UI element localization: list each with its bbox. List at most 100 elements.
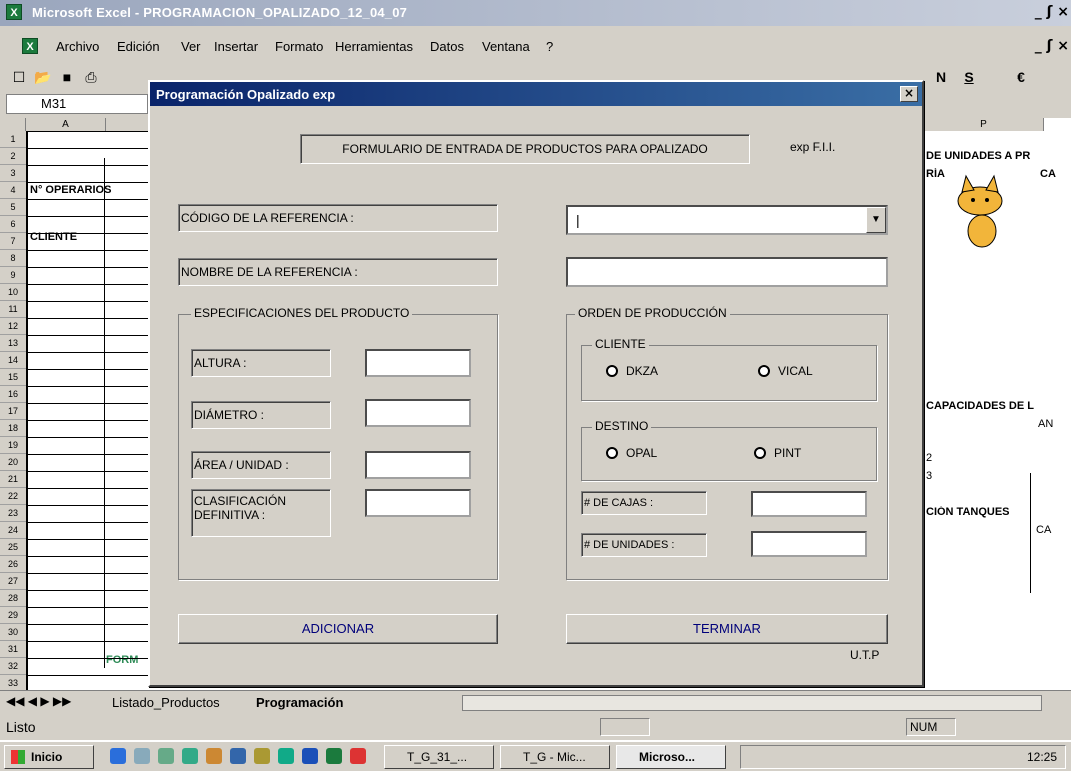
close-button[interactable]: × [1057, 4, 1069, 20]
row-header[interactable]: 21 [0, 471, 26, 488]
row-header[interactable]: 6 [0, 216, 26, 233]
classification-field[interactable] [365, 489, 471, 517]
row-header[interactable]: 17 [0, 403, 26, 420]
row-header[interactable]: 23 [0, 505, 26, 522]
workbook-icon[interactable]: X [22, 38, 38, 54]
row-header[interactable]: 1 [0, 131, 26, 148]
destination-opal-radio[interactable]: OPAL [606, 446, 657, 460]
cell-a30[interactable]: FORM [106, 654, 150, 666]
horizontal-scrollbar[interactable] [462, 695, 1042, 711]
row-header[interactable]: 24 [0, 522, 26, 539]
tab-scroll-buttons[interactable]: ◀◀ ◀ ▶ ▶▶ [6, 694, 71, 708]
menu-help[interactable]: ? [546, 39, 553, 54]
row-header[interactable]: 31 [0, 641, 26, 658]
cell-a4[interactable]: N° OPERARIOS [30, 184, 148, 196]
cell-p16[interactable]: CAPACIDADES DE L [926, 400, 1071, 412]
workbook-minimize-button[interactable]: _ [1035, 38, 1042, 54]
menu-ver[interactable]: Ver [181, 39, 201, 54]
row-header[interactable]: 28 [0, 590, 26, 607]
row-header[interactable]: 12 [0, 318, 26, 335]
task-excel-active[interactable]: Microso... [616, 745, 726, 769]
outlook-quicklaunch-icon[interactable] [230, 748, 246, 764]
add-button[interactable]: ADICIONAR [178, 614, 498, 644]
menu-herramientas[interactable]: Herramientas [335, 39, 413, 54]
row-header[interactable]: 13 [0, 335, 26, 352]
row-header[interactable]: 20 [0, 454, 26, 471]
minimize-button[interactable]: _ [1035, 4, 1042, 20]
row-header[interactable]: 2 [0, 148, 26, 165]
row-header[interactable]: 30 [0, 624, 26, 641]
row-header[interactable]: 3 [0, 165, 26, 182]
row-header[interactable]: 9 [0, 267, 26, 284]
column-header-p[interactable]: P [924, 118, 1044, 131]
tool-quicklaunch-icon[interactable] [254, 748, 270, 764]
menu-archivo[interactable]: Archivo [56, 39, 99, 54]
record-quicklaunch-icon[interactable] [350, 748, 366, 764]
media-quicklaunch-icon[interactable] [182, 748, 198, 764]
app-quicklaunch-icon[interactable] [206, 748, 222, 764]
quicklaunch-icon[interactable] [158, 748, 174, 764]
cell-p20[interactable]: 3 [926, 470, 946, 482]
open-folder-icon[interactable]: 📂 [32, 67, 54, 87]
desktop-quicklaunch-icon[interactable] [134, 748, 150, 764]
start-button[interactable]: Inicio [4, 745, 94, 769]
new-icon[interactable]: ☐ [8, 67, 30, 87]
excel-quicklaunch-icon[interactable] [326, 748, 342, 764]
tab-listado-productos[interactable]: Listado_Productos [112, 695, 220, 710]
currency-button[interactable]: € [1010, 67, 1032, 87]
row-header[interactable]: 4 [0, 182, 26, 199]
cell-p19[interactable]: 2 [926, 452, 946, 464]
select-all-corner[interactable] [0, 118, 26, 131]
row-header[interactable]: 15 [0, 369, 26, 386]
cell-p17[interactable]: AN [1038, 418, 1068, 430]
area-field[interactable] [365, 451, 471, 479]
client-dkza-radio[interactable]: DKZA [606, 364, 658, 378]
cell-p3b[interactable]: CA [1040, 168, 1070, 180]
row-header[interactable]: 32 [0, 658, 26, 675]
restore-button[interactable]: ʃ [1047, 4, 1053, 20]
tab-programacion[interactable]: Programación [256, 695, 343, 710]
menu-formato[interactable]: Formato [275, 39, 323, 54]
menu-ventana[interactable]: Ventana [482, 39, 530, 54]
column-header-b[interactable] [106, 118, 150, 131]
browser-quicklaunch-icon[interactable] [278, 748, 294, 764]
cell-p2[interactable]: DE UNIDADES A PR [926, 150, 1066, 162]
row-header[interactable]: 19 [0, 437, 26, 454]
bold-button[interactable]: N [930, 67, 952, 87]
ref-name-field[interactable] [566, 257, 888, 287]
row-header[interactable]: 10 [0, 284, 26, 301]
row-header[interactable]: 29 [0, 607, 26, 624]
menu-edicion[interactable]: Edición [117, 39, 160, 54]
chevron-down-icon[interactable]: ▼ [866, 207, 886, 233]
row-header[interactable]: 8 [0, 250, 26, 267]
workbook-restore-button[interactable]: ʃ [1047, 38, 1053, 54]
column-header-a[interactable]: A [26, 118, 106, 131]
client-vical-radio[interactable]: VICAL [758, 364, 813, 378]
task-t-g-31[interactable]: T_G_31_... [384, 745, 494, 769]
boxes-field[interactable] [751, 491, 867, 517]
row-header[interactable]: 5 [0, 199, 26, 216]
finish-button[interactable]: TERMINAR [566, 614, 888, 644]
ie-quicklaunch-icon[interactable] [110, 748, 126, 764]
dialog-close-button[interactable]: × [900, 86, 918, 102]
diameter-field[interactable] [365, 399, 471, 427]
underline-button[interactable]: S [958, 67, 980, 87]
destination-pint-radio[interactable]: PINT [754, 446, 801, 460]
row-header[interactable]: 18 [0, 420, 26, 437]
row-header[interactable]: 27 [0, 573, 26, 590]
row-header[interactable]: 14 [0, 352, 26, 369]
row-header[interactable]: 22 [0, 488, 26, 505]
print-icon[interactable]: ⎙ [80, 67, 102, 87]
height-field[interactable] [365, 349, 471, 377]
row-header[interactable]: 16 [0, 386, 26, 403]
save-icon[interactable]: ■ [56, 67, 78, 87]
workbook-close-button[interactable]: × [1057, 38, 1069, 54]
menu-insertar[interactable]: Insertar [214, 39, 258, 54]
word-quicklaunch-icon[interactable] [302, 748, 318, 764]
units-field[interactable] [751, 531, 867, 557]
row-header[interactable]: 26 [0, 556, 26, 573]
row-header[interactable]: 7 [0, 233, 26, 250]
cell-p22[interactable]: CIÓN TANQUES [926, 506, 1036, 518]
menu-datos[interactable]: Datos [430, 39, 464, 54]
name-box[interactable]: M31 [6, 94, 148, 114]
